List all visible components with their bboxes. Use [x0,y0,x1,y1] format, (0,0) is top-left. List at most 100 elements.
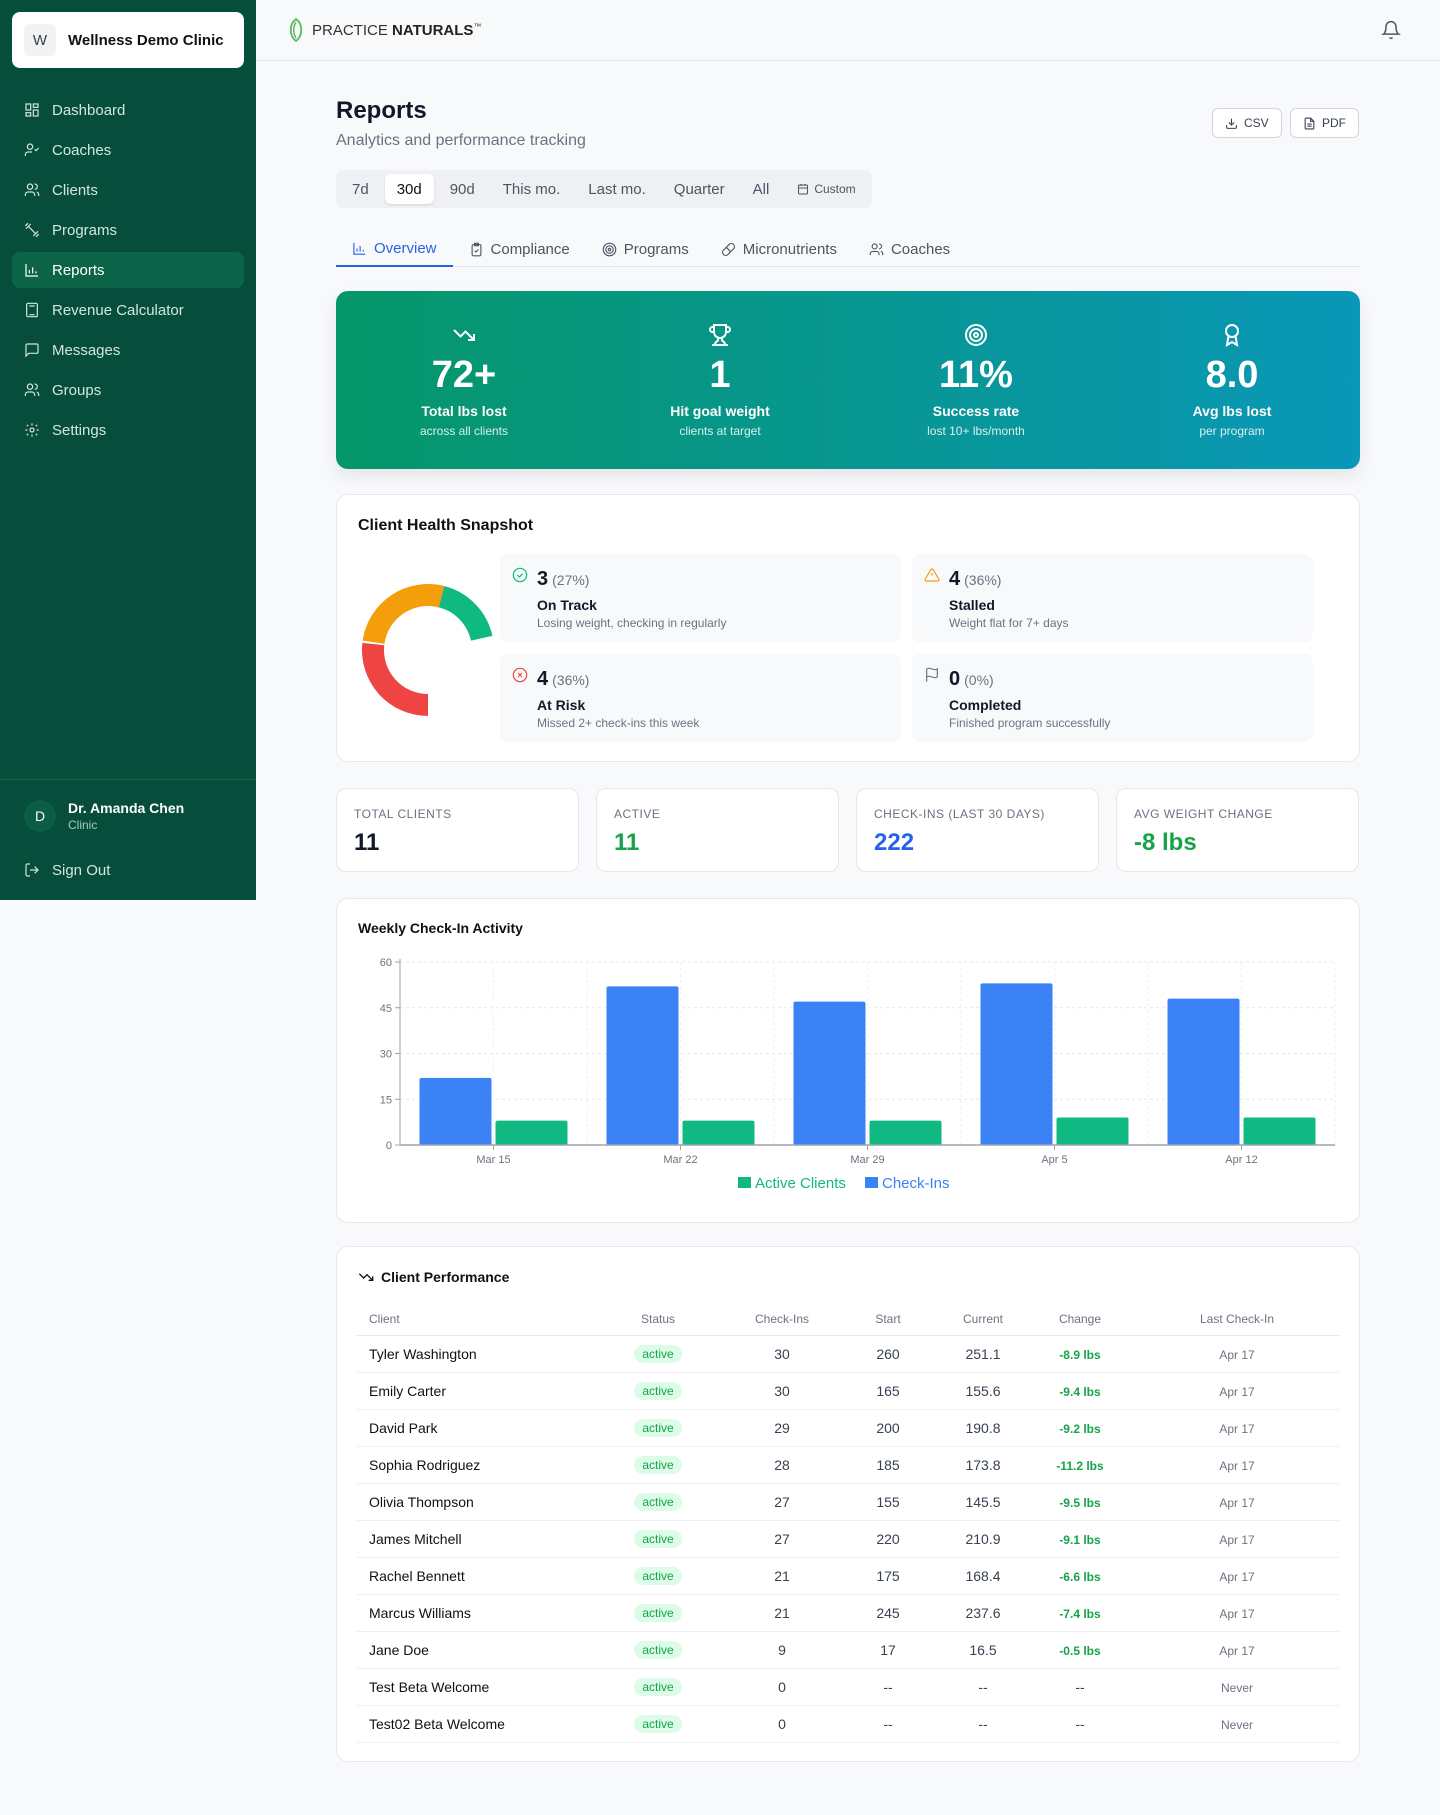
table-row[interactable]: Test02 Beta Welcome active 0 -- -- -- Never [357,1705,1339,1743]
filter-7d[interactable]: 7d [340,174,381,204]
tab-compliance[interactable]: Compliance [453,232,586,267]
health-at-risk[interactable]: 4 (36%) At Risk Missed 2+ check-ins this we… [500,654,901,742]
export-pdf-button[interactable]: PDF [1290,108,1359,138]
user-profile[interactable]: D Dr. Amanda Chen Clinic [24,800,184,832]
bell-icon[interactable] [1381,20,1401,40]
x-tick-label: Mar 29 [850,1154,884,1166]
health-count-row: 4 (36%) [537,668,589,691]
bar-chart-icon [353,242,366,255]
filter-this-mo-[interactable]: This mo. [491,174,573,204]
health-label: At Risk [537,697,586,713]
cell-status: active [587,1668,729,1706]
health-on-track[interactable]: 3 (27%) On Track Losing weight, checking in… [500,554,901,642]
tab-overview[interactable]: Overview [336,232,453,267]
weekly-checkin-card: Weekly Check-In Activity 0 15 30 45 60 Mar 15… [336,898,1360,1223]
column-header[interactable]: Check-Ins [729,1303,835,1336]
cell-client: Test02 Beta Welcome [357,1705,587,1743]
table-row[interactable]: Rachel Bennett active 21 175 168.4 -6.6 lbs Ap… [357,1557,1339,1595]
avatar: D [24,800,56,832]
health-completed[interactable]: 0 (0%) Completed Finished program successfu… [912,654,1313,742]
sidebar-item-reports[interactable]: Reports [12,252,244,288]
filter-30d[interactable]: 30d [384,174,434,204]
table-row[interactable]: Emily Carter active 30 165 155.6 -9.4 lbs Apr … [357,1372,1339,1410]
brand-light: PRACTICE [312,21,393,39]
cell-value: 30 [774,1345,790,1362]
table-row[interactable]: Marcus Williams active 21 245 237.6 -7.4 lbs A… [357,1594,1339,1632]
column-header[interactable]: Last Check-In [1135,1303,1339,1336]
sidebar-item-messages[interactable]: Messages [12,332,244,368]
cell-value: Never [1220,1717,1253,1732]
legend-label[interactable]: Active Clients [755,1175,846,1192]
cell-value: Apr 17 [1219,1458,1255,1473]
legend-label[interactable]: Check-Ins [882,1175,950,1192]
trophy-icon [709,324,731,346]
table-row[interactable]: David Park active 29 200 190.8 -9.2 lbs Apr 17 [357,1409,1339,1447]
cell-value: Apr 17 [1219,1347,1255,1362]
table-row[interactable]: Sophia Rodriguez active 28 185 173.8 -11.2 lb… [357,1446,1339,1484]
sidebar-item-settings[interactable]: Settings [12,412,244,448]
brand-logo[interactable]: PRACTICE NATURALS™ [286,18,481,42]
column-header[interactable]: Current [941,1303,1025,1336]
cell-start: 175 [835,1557,941,1595]
sidebar-item-clients[interactable]: Clients [12,172,244,208]
table-row[interactable]: Test Beta Welcome active 0 -- -- -- Never [357,1668,1339,1706]
clinic-switcher[interactable]: W Wellness Demo Clinic [12,12,244,68]
column-header[interactable]: Change [1025,1303,1135,1336]
tab-micronutrients[interactable]: Micronutrients [705,232,853,267]
filter-custom[interactable]: Custom [785,174,867,204]
cell-value: 29 [774,1419,790,1436]
cell-value: 30 [774,1382,790,1399]
sidebar-item-dashboard[interactable]: Dashboard [12,92,244,128]
tab-coaches[interactable]: Coaches [853,232,966,267]
filter-all[interactable]: All [741,174,782,204]
health-count-row: 3 (27%) [537,568,589,591]
grid-icon [25,103,39,117]
status-badge: active [634,1566,682,1585]
tab-programs[interactable]: Programs [586,232,705,267]
pill-icon [721,243,735,256]
cell-value: 220 [876,1530,900,1547]
cell-last-check-in: Apr 17 [1135,1594,1339,1632]
check-circle-icon [512,567,528,583]
health-stalled[interactable]: 4 (36%) Stalled Weight flat for 7+ days [912,554,1313,642]
column-header[interactable]: Client [357,1303,587,1336]
sidebar-item-groups[interactable]: Groups [12,372,244,408]
cell-current: 145.5 [941,1483,1025,1521]
table-row[interactable]: Tyler Washington active 30 260 251.1 -8.9 lbs… [357,1335,1339,1373]
cell-check-ins: 28 [729,1446,835,1484]
sign-out-button[interactable]: Sign Out [12,852,244,888]
cell-value: 260 [876,1345,900,1362]
dumbbell-icon [24,222,40,238]
cell-value: -11.2 lbs [1056,1458,1104,1473]
highlight-value: 11% [939,354,1013,396]
weekly-checkin-chart: 0 15 30 45 60 Mar 15 Mar 22 Mar 29 Apr 5 Apr 12 Ac… [380,957,1336,1192]
filter-quarter[interactable]: Quarter [662,174,737,204]
filter-last-mo-[interactable]: Last mo. [576,174,658,204]
table-row[interactable]: Jane Doe active 9 17 16.5 -0.5 lbs Apr 17 [357,1631,1339,1669]
sidebar-item-coaches[interactable]: Coaches [12,132,244,168]
bar-active-clients [682,1120,755,1145]
bar-active-clients [1243,1117,1316,1145]
table-row[interactable]: James Mitchell active 27 220 210.9 -9.1 lbs Ap… [357,1520,1339,1558]
table-row[interactable]: Olivia Thompson active 27 155 145.5 -9.5 lbs A… [357,1483,1339,1521]
cell-start: -- [835,1668,941,1706]
cell-value: -9.4 lbs [1059,1384,1101,1399]
performance-title: Client Performance [381,1269,510,1285]
sidebar-item-revenue-calculator[interactable]: Revenue Calculator [12,292,244,328]
cell-value: -7.4 lbs [1059,1606,1101,1621]
tab-label: Programs [623,241,689,258]
column-header[interactable]: Status [587,1303,729,1336]
sidebar-item-programs[interactable]: Programs [12,212,244,248]
cell-start: 200 [835,1409,941,1447]
cell-client: Sophia Rodriguez [357,1446,587,1484]
cell-value: 175 [876,1567,900,1584]
cell-change: -8.9 lbs [1025,1335,1135,1373]
y-tick-label: 30 [380,1049,392,1061]
user-role: Clinic [68,818,98,832]
filter-90d[interactable]: 90d [438,174,487,204]
cell-value: 168.4 [965,1567,1001,1584]
column-header[interactable]: Start [835,1303,941,1336]
cell-value: 190.8 [965,1419,1001,1436]
export-csv-button[interactable]: CSV [1212,108,1282,138]
highlight-sub: lost 10+ lbs/month [927,424,1025,438]
